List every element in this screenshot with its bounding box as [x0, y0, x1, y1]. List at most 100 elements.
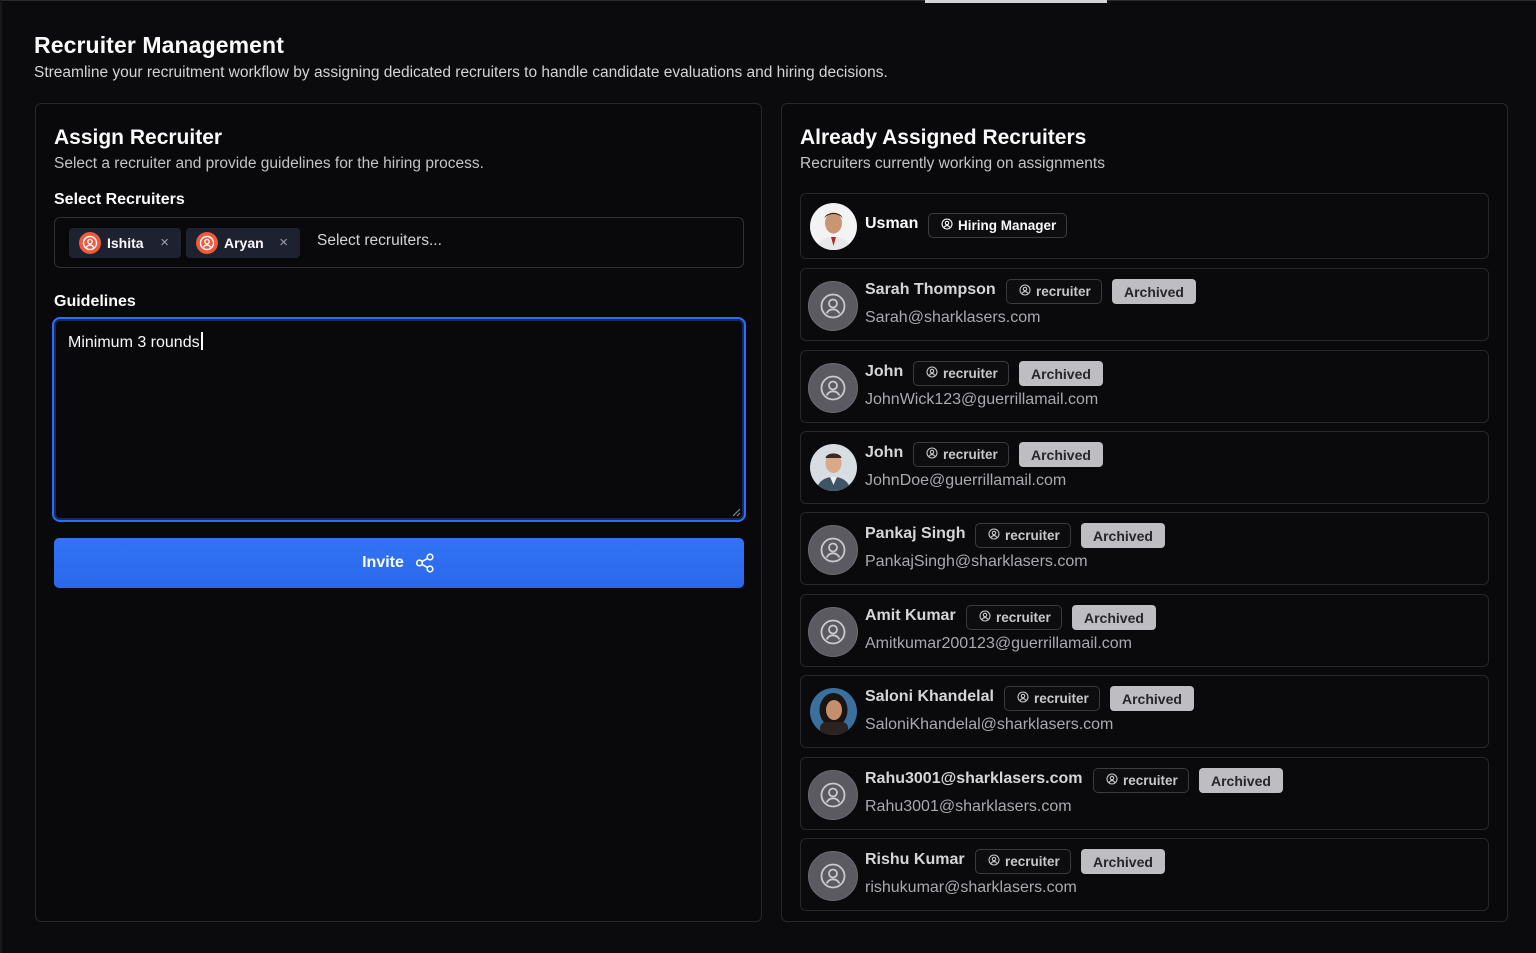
user-circle-icon — [808, 525, 858, 575]
guidelines-textarea[interactable]: Minimum 3 rounds — [52, 317, 746, 522]
recruiter-email: Sarah@sharklasers.com — [865, 309, 1041, 326]
select-recruiters-placeholder[interactable]: Select recruiters... — [317, 232, 442, 250]
assigned-recruiter-row[interactable]: Sarah Thompson recruiter Archived Sarah@sha… — [800, 268, 1489, 341]
selected-chip-ishita: Ishita × — [69, 228, 181, 258]
avatar — [810, 444, 857, 491]
remove-aryan-icon[interactable]: × — [279, 234, 288, 252]
user-circle-icon — [1017, 691, 1034, 706]
status-badge: Archived — [1199, 768, 1283, 793]
user-circle-icon — [808, 851, 858, 901]
user-circle-icon — [988, 854, 1005, 869]
role-label: recruiter — [996, 610, 1051, 625]
status-badge: Archived — [1019, 361, 1103, 386]
remove-ishita-icon[interactable]: × — [160, 234, 169, 252]
role-badge: Hiring Manager — [928, 213, 1068, 238]
assigned-recruiter-row[interactable]: Saloni Khandelal recruiter Archived SaloniK… — [800, 675, 1489, 748]
assigned-card-description: Recruiters currently working on assignme… — [800, 155, 1105, 172]
role-badge: recruiter — [1006, 279, 1102, 304]
assigned-recruiter-row[interactable]: Rahu3001@sharklasers.com recruiter Archive… — [800, 757, 1489, 830]
role-badge: recruiter — [975, 523, 1071, 548]
user-avatar-icon — [79, 232, 101, 254]
recruiter-email: rishukumar@sharklasers.com — [865, 879, 1077, 896]
role-badge: recruiter — [1093, 768, 1189, 793]
recruiter-email: Amitkumar200123@guerrillamail.com — [865, 635, 1133, 652]
chip-label: Ishita — [107, 235, 144, 251]
recruiter-name: Rahu3001@sharklasers.com — [865, 770, 1083, 787]
recruiter-name: Sarah Thompson — [865, 281, 996, 298]
assigned-recruiter-row[interactable]: John recruiter Archived JohnDoe@guerrillama… — [800, 431, 1489, 504]
recruiter-name: Saloni Khandelal — [865, 688, 994, 705]
user-circle-icon — [1106, 773, 1123, 788]
chip-label: Aryan — [224, 235, 264, 251]
recruiter-name: John — [865, 363, 904, 380]
recruiter-name: Rishu Kumar — [865, 851, 965, 868]
recruiter-multi-select[interactable]: Ishita × Aryan × Select recruiters... — [54, 217, 744, 268]
status-badge: Archived — [1081, 523, 1165, 548]
text-caret — [200, 332, 203, 350]
user-circle-icon — [926, 366, 943, 381]
assign-card-title: Assign Recruiter — [54, 126, 223, 149]
user-avatar-icon — [196, 232, 218, 254]
role-label: recruiter — [1034, 691, 1089, 706]
role-badge: recruiter — [966, 605, 1062, 630]
select-recruiters-label: Select Recruiters — [54, 191, 185, 208]
role-badge: recruiter — [975, 849, 1071, 874]
user-circle-icon — [941, 218, 958, 233]
avatar — [810, 203, 857, 250]
recruiter-email: Rahu3001@sharklasers.com — [865, 798, 1072, 815]
invite-button[interactable]: Invite — [54, 538, 744, 588]
role-badge: recruiter — [1004, 686, 1100, 711]
user-circle-icon — [979, 610, 996, 625]
recruiter-email: JohnDoe@guerrillamail.com — [865, 472, 1067, 489]
invite-button-label: Invite — [362, 554, 404, 571]
resize-grip-icon[interactable] — [731, 507, 741, 517]
recruiter-email: PankajSingh@sharklasers.com — [865, 553, 1088, 570]
user-circle-icon — [808, 363, 858, 413]
status-badge: Archived — [1110, 686, 1194, 711]
recruiter-email: SaloniKhandelal@sharklasers.com — [865, 716, 1114, 733]
assigned-recruiter-row[interactable]: Usman Hiring Manager — [800, 193, 1489, 259]
page-subtitle: Streamline your recruitment workflow by … — [34, 64, 888, 81]
user-circle-icon — [1019, 284, 1036, 299]
assign-recruiter-card: Assign Recruiter Select a recruiter and … — [35, 103, 762, 922]
top-divider — [0, 0, 1536, 3]
selected-chip-aryan: Aryan × — [186, 228, 300, 258]
avatar — [810, 688, 857, 735]
role-badge: recruiter — [913, 442, 1009, 467]
active-tab-indicator — [925, 0, 1107, 3]
guidelines-label: Guidelines — [54, 293, 136, 310]
recruiter-name: Pankaj Singh — [865, 525, 966, 542]
assigned-recruiter-row[interactable]: Rishu Kumar recruiter Archived rishukumar@s… — [800, 838, 1489, 911]
share-icon — [415, 553, 434, 573]
assign-card-description: Select a recruiter and provide guideline… — [54, 155, 484, 172]
recruiter-email: JohnWick123@guerrillamail.com — [865, 391, 1099, 408]
recruiter-name: Usman — [865, 215, 919, 232]
role-label: recruiter — [1123, 773, 1178, 788]
assigned-recruiter-row[interactable]: Pankaj Singh recruiter Archived PankajSingh… — [800, 512, 1489, 585]
role-label: recruiter — [943, 366, 998, 381]
assigned-recruiter-row[interactable]: Amit Kumar recruiter Archived Amitkumar2001… — [800, 594, 1489, 667]
role-label: recruiter — [943, 447, 998, 462]
user-circle-icon — [988, 528, 1005, 543]
user-circle-icon — [926, 447, 943, 462]
status-badge: Archived — [1081, 849, 1165, 874]
user-circle-icon — [808, 770, 858, 820]
assigned-card-title: Already Assigned Recruiters — [800, 126, 1087, 149]
guidelines-text: Minimum 3 rounds — [68, 334, 200, 351]
role-label: recruiter — [1036, 284, 1091, 299]
role-badge: recruiter — [913, 361, 1009, 386]
page-title: Recruiter Management — [34, 32, 284, 58]
assigned-recruiter-row[interactable]: John recruiter Archived JohnWick123@guerril… — [800, 350, 1489, 423]
user-circle-icon — [808, 281, 858, 331]
recruiter-name: Amit Kumar — [865, 607, 956, 624]
status-badge: Archived — [1019, 442, 1103, 467]
recruiter-name: John — [865, 444, 904, 461]
status-badge: Archived — [1112, 279, 1196, 304]
status-badge: Archived — [1072, 605, 1156, 630]
assigned-recruiters-card: Already Assigned Recruiters Recruiters c… — [781, 103, 1508, 922]
role-label: Hiring Manager — [958, 218, 1057, 233]
user-circle-icon — [808, 607, 858, 657]
left-edge — [0, 0, 2, 953]
role-label: recruiter — [1005, 528, 1060, 543]
role-label: recruiter — [1005, 854, 1060, 869]
